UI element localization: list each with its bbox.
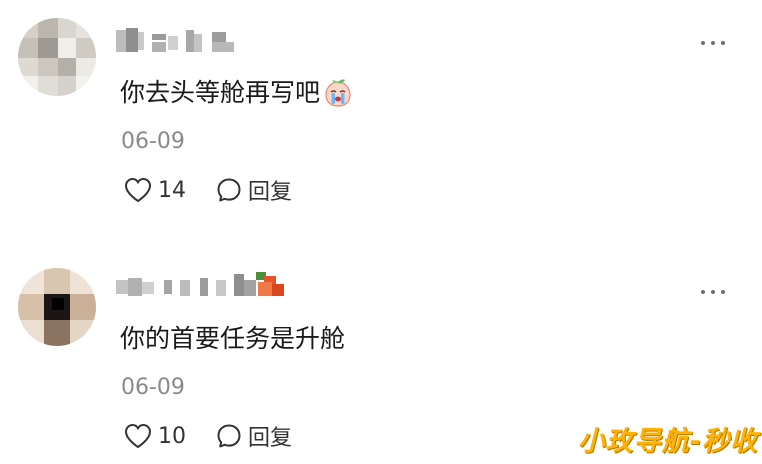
dot-icon: [701, 41, 705, 45]
like-count: 14: [158, 177, 186, 203]
comment-date: 06-09: [121, 129, 185, 154]
like-button[interactable]: 10: [124, 423, 216, 449]
username-redacted[interactable]: [116, 268, 306, 302]
comment-actions: 14 回复: [124, 173, 292, 207]
comment-actions: 10 回复: [124, 419, 292, 453]
avatar-image: [18, 268, 96, 346]
reply-label: 回复: [248, 426, 293, 451]
username-redacted[interactable]: [116, 24, 240, 58]
more-options-button[interactable]: [700, 287, 728, 297]
comment-body: 你去头等舱再写吧: [120, 78, 321, 107]
reply-button[interactable]: 回复: [216, 420, 292, 452]
avatar[interactable]: [18, 268, 96, 346]
like-button[interactable]: 14: [124, 177, 216, 203]
heart-icon: [124, 423, 152, 449]
more-options-button[interactable]: [700, 38, 728, 48]
dot-icon: [721, 41, 725, 45]
reply-label: 回复: [248, 180, 293, 205]
reply-bubble-icon: [217, 178, 241, 202]
dot-icon: [711, 290, 715, 294]
reply-bubble-icon: [217, 424, 241, 448]
comment-date: 06-09: [121, 375, 185, 400]
watermark: 小玫导航-秒收: [577, 426, 758, 457]
comment-text: 你的首要任务是升舱: [120, 322, 345, 356]
redacted-name-image: [116, 272, 284, 296]
dot-icon: [721, 290, 725, 294]
comment-body: 你的首要任务是升舱: [120, 324, 346, 353]
heart-icon: [124, 177, 152, 203]
avatar-image: [18, 18, 96, 96]
reply-button[interactable]: 回复: [216, 174, 292, 206]
like-count: 10: [158, 423, 186, 449]
dot-icon: [711, 41, 715, 45]
comment-text: 你去头等舱再写吧: [120, 76, 354, 110]
avatar[interactable]: [18, 18, 96, 96]
redacted-name-image: [116, 28, 234, 52]
dot-icon: [701, 290, 705, 294]
crying-peach-emoji-icon: [325, 79, 351, 107]
